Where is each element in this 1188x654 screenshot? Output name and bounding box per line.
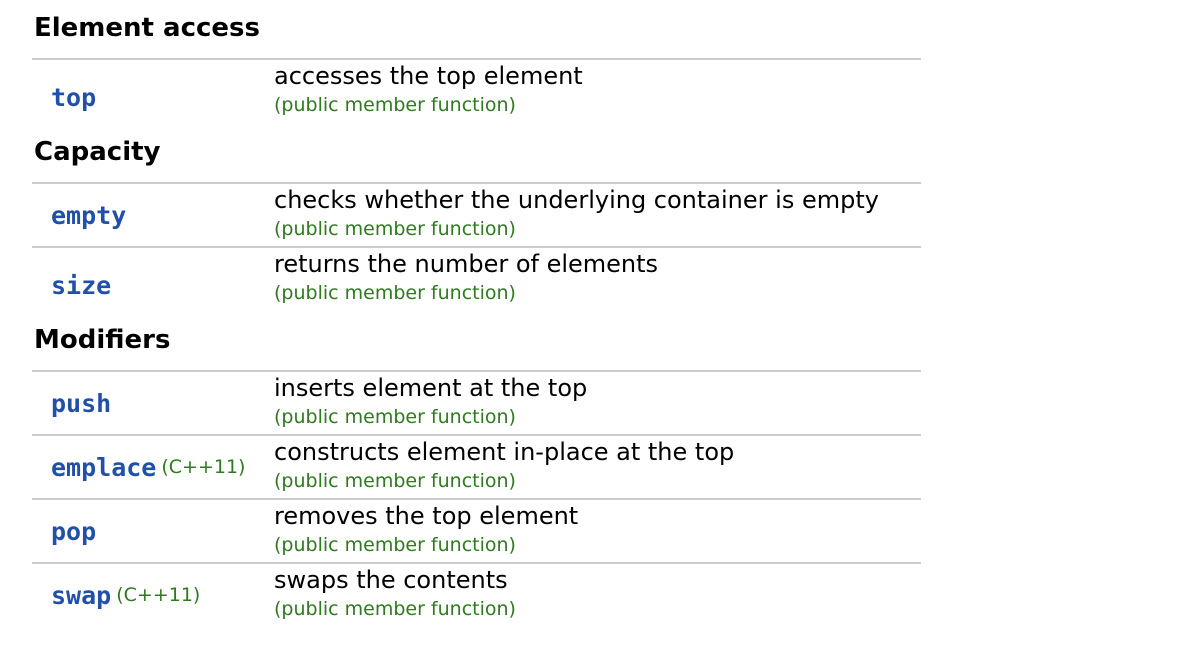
section-heading: Modifiers: [34, 325, 171, 355]
table-row: top accesses the top element (public mem…: [32, 58, 921, 134]
member-link-size[interactable]: size: [51, 271, 111, 300]
member-name-cell: push: [32, 372, 272, 434]
table-row: push inserts element at the top (public …: [32, 370, 921, 434]
table-row: empty checks whether the underlying cont…: [32, 182, 921, 246]
description-cell: inserts element at the top (public membe…: [272, 372, 921, 434]
member-description: removes the top element: [274, 502, 579, 530]
member-description: accesses the top element: [274, 62, 583, 90]
description-cell: accesses the top element (public member …: [272, 60, 921, 134]
member-link-emplace[interactable]: emplace: [51, 453, 156, 482]
member-name-cell: top: [32, 60, 272, 134]
member-description: returns the number of elements: [274, 250, 659, 278]
member-name-cell: swap (C++11): [32, 564, 272, 626]
member-link-pop[interactable]: pop: [51, 517, 96, 546]
standard-version-badge: (C++11): [161, 456, 246, 478]
table-row: emplace (C++11) constructs element in-pl…: [32, 434, 921, 498]
section-element-access: Element access top accesses the top elem…: [32, 10, 921, 134]
member-name-cell: size: [32, 248, 272, 322]
member-kind: (public member function): [274, 94, 516, 116]
member-link-swap[interactable]: swap: [51, 581, 111, 610]
description-cell: swaps the contents (public member functi…: [272, 564, 921, 626]
member-link-empty[interactable]: empty: [51, 201, 126, 230]
member-kind: (public member function): [274, 598, 516, 620]
member-description: inserts element at the top: [274, 374, 588, 402]
description-cell: removes the top element (public member f…: [272, 500, 921, 562]
member-description: constructs element in-place at the top: [274, 438, 735, 466]
member-kind: (public member function): [274, 406, 516, 428]
member-link-top[interactable]: top: [51, 83, 96, 112]
member-kind: (public member function): [274, 218, 516, 240]
member-name-cell: pop: [32, 500, 272, 562]
member-link-push[interactable]: push: [51, 389, 111, 418]
section-heading: Element access: [34, 13, 260, 43]
member-kind: (public member function): [274, 282, 516, 304]
member-kind: (public member function): [274, 534, 516, 556]
standard-version-badge: (C++11): [116, 584, 201, 606]
section-modifiers: Modifiers push inserts element at the to…: [32, 322, 921, 626]
member-name-cell: emplace (C++11): [32, 436, 272, 498]
table-row: pop removes the top element (public memb…: [32, 498, 921, 562]
description-cell: returns the number of elements (public m…: [272, 248, 921, 322]
section-capacity: Capacity empty checks whether the underl…: [32, 134, 921, 322]
description-cell: constructs element in-place at the top (…: [272, 436, 921, 498]
member-name-cell: empty: [32, 184, 272, 246]
table-row: size returns the number of elements (pub…: [32, 246, 921, 322]
member-description: swaps the contents: [274, 566, 508, 594]
member-description: checks whether the underlying container …: [274, 186, 879, 214]
table-row: swap (C++11) swaps the contents (public …: [32, 562, 921, 626]
section-heading: Capacity: [34, 137, 161, 167]
description-cell: checks whether the underlying container …: [272, 184, 921, 246]
member-kind: (public member function): [274, 470, 516, 492]
member-functions-table: Element access top accesses the top elem…: [32, 10, 921, 626]
